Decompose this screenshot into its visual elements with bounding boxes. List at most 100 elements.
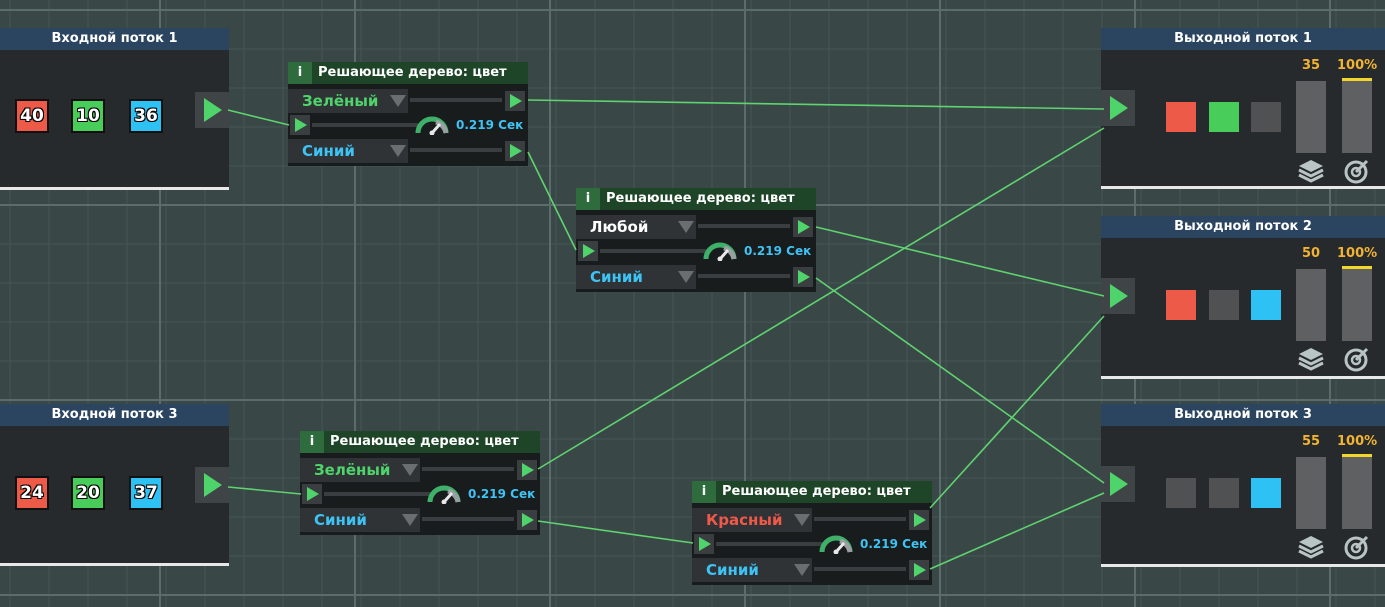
layers-icon xyxy=(1298,536,1324,559)
divider xyxy=(698,224,790,228)
input-port-play-icon[interactable] xyxy=(1101,278,1135,314)
divider xyxy=(600,249,706,253)
divider xyxy=(716,542,822,546)
percent-label: 100% xyxy=(1337,58,1378,73)
chevron-down-icon xyxy=(678,271,694,283)
dropdown-value: Зелёный xyxy=(314,461,391,479)
count-label: 55 xyxy=(1301,434,1321,449)
decision-tree-node-2[interactable]: i Решающее дерево: цвет Любой 0.219 Сек … xyxy=(576,188,816,292)
divider xyxy=(324,492,430,496)
dropdown-value: Синий xyxy=(302,142,355,160)
count-bar xyxy=(1296,457,1326,529)
color-square-blue xyxy=(1251,478,1281,508)
input-port-play-icon[interactable] xyxy=(1101,90,1135,126)
input-port-play-icon[interactable] xyxy=(1101,466,1135,502)
output-stream-1: Выходной поток 1 35 100% xyxy=(1101,28,1385,189)
gauge-icon xyxy=(427,485,461,504)
dropdown-value: Красный xyxy=(706,511,783,529)
chevron-down-icon xyxy=(794,564,810,576)
speed-label: 0.219 Сек xyxy=(456,118,524,132)
chevron-down-icon xyxy=(678,221,694,233)
node-title: Решающее дерево: цвет xyxy=(330,434,519,449)
divider xyxy=(814,567,906,571)
bottom-output-play-icon[interactable] xyxy=(505,141,525,161)
output-port-play-icon[interactable] xyxy=(195,467,229,503)
input-stream-1: Входной поток 1 40 10 36 xyxy=(0,28,229,190)
info-button[interactable]: i xyxy=(576,188,600,210)
input-port-play-icon[interactable] xyxy=(578,241,598,261)
dropdown-value: Синий xyxy=(706,561,759,579)
chevron-down-icon xyxy=(390,95,406,107)
bottom-option-dropdown[interactable]: Синий xyxy=(576,265,696,289)
chevron-down-icon xyxy=(794,514,810,526)
speed-label: 0.219 Сек xyxy=(744,244,812,258)
dropdown-value: Синий xyxy=(314,511,367,529)
node-title: Решающее дерево: цвет xyxy=(318,65,507,80)
input-port-play-icon[interactable] xyxy=(290,115,310,135)
divider xyxy=(814,517,906,521)
dropdown-value: Любой xyxy=(590,218,649,236)
node-header[interactable]: i Решающее дерево: цвет xyxy=(692,481,932,503)
count-label: 35 xyxy=(1301,58,1321,73)
input-stream-3: Входной поток 3 24 20 37 xyxy=(0,404,229,566)
decision-tree-node-3[interactable]: i Решающее дерево: цвет Зелёный 0.219 Се… xyxy=(300,431,540,535)
top-option-dropdown[interactable]: Зелёный xyxy=(288,89,408,113)
output-port-play-icon[interactable] xyxy=(195,92,229,128)
top-option-dropdown[interactable]: Любой xyxy=(576,215,696,239)
input-stream-title: Входной поток 3 xyxy=(0,404,229,426)
percent-label: 100% xyxy=(1337,434,1378,449)
decision-tree-node-1[interactable]: i Решающее дерево: цвет Зелёный 0.219 Се… xyxy=(288,62,528,166)
count-bar xyxy=(1296,269,1326,341)
node-header[interactable]: i Решающее дерево: цвет xyxy=(288,62,528,84)
input-port-play-icon[interactable] xyxy=(302,484,322,504)
percent-bar xyxy=(1342,269,1372,341)
chevron-down-icon xyxy=(390,145,406,157)
output-stream-title: Выходной поток 3 xyxy=(1101,404,1385,426)
input-count-blue: 37 xyxy=(129,476,163,510)
layers-icon xyxy=(1298,348,1324,371)
decision-tree-node-4[interactable]: i Решающее дерево: цвет Красный 0.219 Се… xyxy=(692,481,932,585)
bottom-option-dropdown[interactable]: Синий xyxy=(288,139,408,163)
output-stream-3: Выходной поток 3 55 100% xyxy=(1101,404,1385,567)
color-square-blue xyxy=(1251,290,1281,320)
color-square-gray xyxy=(1166,478,1196,508)
target-icon xyxy=(1344,159,1369,184)
divider xyxy=(312,123,418,127)
percent-label: 100% xyxy=(1337,246,1378,261)
info-button[interactable]: i xyxy=(692,481,716,503)
color-square-gray xyxy=(1209,290,1239,320)
input-count-green: 10 xyxy=(71,99,105,133)
input-port-play-icon[interactable] xyxy=(694,534,714,554)
percent-bar xyxy=(1342,457,1372,529)
bottom-output-play-icon[interactable] xyxy=(909,560,929,580)
divider xyxy=(410,148,502,152)
info-button[interactable]: i xyxy=(300,431,324,453)
node-header[interactable]: i Решающее дерево: цвет xyxy=(576,188,816,210)
count-bar xyxy=(1296,81,1326,153)
top-output-play-icon[interactable] xyxy=(517,460,537,480)
count-label: 50 xyxy=(1301,246,1321,261)
input-count-red: 24 xyxy=(15,476,49,510)
chevron-down-icon xyxy=(402,514,418,526)
bottom-output-play-icon[interactable] xyxy=(793,267,813,287)
node-header[interactable]: i Решающее дерево: цвет xyxy=(300,431,540,453)
top-output-play-icon[interactable] xyxy=(909,510,929,530)
speed-label: 0.219 Сек xyxy=(468,487,536,501)
top-option-dropdown[interactable]: Зелёный xyxy=(300,458,420,482)
dropdown-value: Синий xyxy=(590,268,643,286)
top-output-play-icon[interactable] xyxy=(505,91,525,111)
top-option-dropdown[interactable]: Красный xyxy=(692,508,812,532)
percent-bar xyxy=(1342,81,1372,153)
bottom-output-play-icon[interactable] xyxy=(517,510,537,530)
input-count-green: 20 xyxy=(71,476,105,510)
output-stream-2: Выходной поток 2 50 100% xyxy=(1101,216,1385,379)
top-output-play-icon[interactable] xyxy=(793,217,813,237)
bottom-option-dropdown[interactable]: Синий xyxy=(300,508,420,532)
input-stream-title: Входной поток 1 xyxy=(0,28,229,50)
node-title: Решающее дерево: цвет xyxy=(606,191,795,206)
gauge-icon xyxy=(415,116,449,135)
info-button[interactable]: i xyxy=(288,62,312,84)
bottom-option-dropdown[interactable]: Синий xyxy=(692,558,812,582)
gauge-icon xyxy=(819,535,853,554)
output-stream-title: Выходной поток 2 xyxy=(1101,216,1385,238)
